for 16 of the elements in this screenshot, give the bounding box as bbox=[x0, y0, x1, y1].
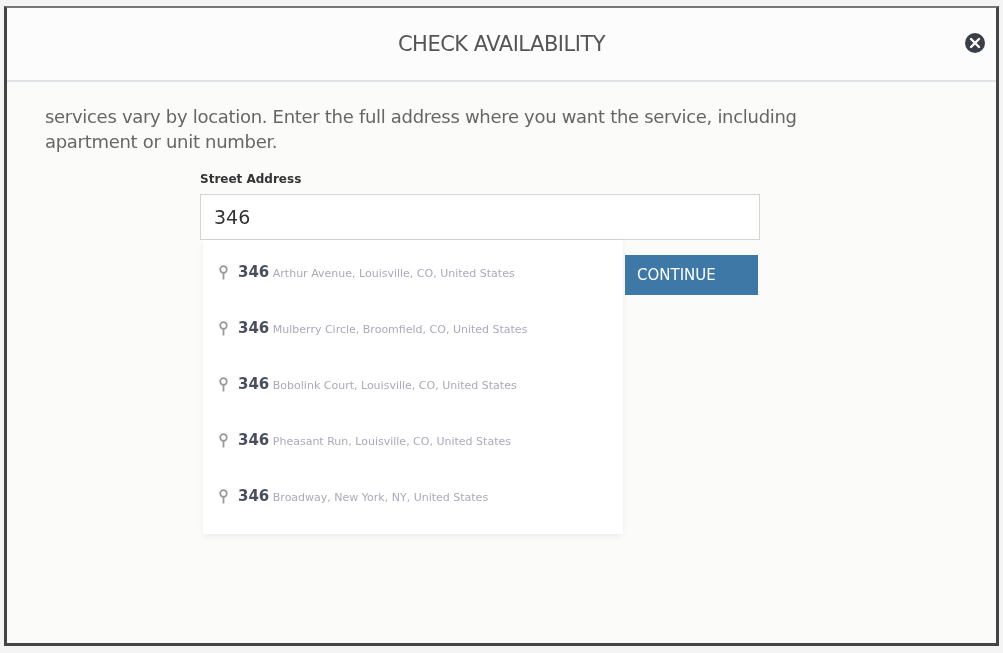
pin-icon bbox=[219, 488, 228, 504]
field-label: Street Address bbox=[200, 172, 302, 186]
pin-icon bbox=[219, 320, 228, 336]
pin-icon bbox=[219, 432, 228, 448]
street-address-field[interactable]: 346 bbox=[200, 194, 760, 240]
pin-icon bbox=[219, 264, 228, 280]
address-suggestion[interactable]: 346 Pheasant Run, Louisville, CO, United States bbox=[203, 412, 623, 468]
address-suggestion[interactable]: 346 Mulberry Circle, Broomfield, CO, United States bbox=[203, 300, 623, 356]
address-suggestion[interactable]: 346 Bobolink Court, Louisville, CO, United States bbox=[203, 356, 623, 412]
dialog-title: CHECK AVAILABILITY bbox=[397, 32, 606, 56]
pin-icon bbox=[219, 376, 228, 392]
address-suggestion[interactable]: 346 Arthur Avenue, Louisville, CO, United States bbox=[203, 244, 623, 300]
instructions-text: services vary by location. Enter the full address where you want the service, including apartment or unit number. bbox=[45, 105, 798, 154]
address-suggestion[interactable]: 346 Broadway, New York, NY, United States bbox=[203, 468, 623, 524]
close-icon[interactable] bbox=[964, 32, 986, 54]
continue-button[interactable]: CONTINUE bbox=[625, 255, 758, 295]
